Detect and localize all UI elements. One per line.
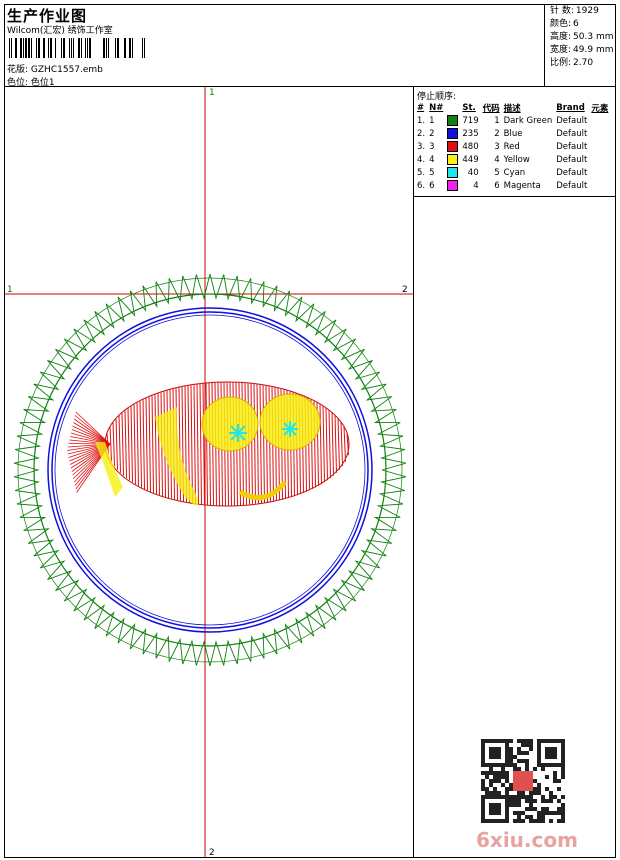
cell-st: 235 xyxy=(462,128,479,139)
cell-desc: Yellow xyxy=(503,154,530,165)
axis-label-bottom: 2 xyxy=(209,848,215,857)
cell-st: 719 xyxy=(462,115,479,126)
stats-divider xyxy=(544,4,545,86)
cell-swatch xyxy=(445,153,460,166)
color-swatch xyxy=(447,115,459,126)
table-row: 2. 2 235 2 Blue Default xyxy=(415,127,610,140)
design-stats: 针 数: 1929 颜色: 6 高度: 50.3 mm 宽度: 49.9 mm 比例: 2… xyxy=(548,5,613,70)
col-stitches: St. xyxy=(462,102,476,113)
cell-elem xyxy=(589,179,610,192)
cell-n: 5 xyxy=(429,167,435,178)
stat-scale: 比例: 2.70 xyxy=(550,58,594,68)
cell-swatch xyxy=(445,166,460,179)
cell-st: 480 xyxy=(462,141,479,152)
watermark: 6xiu.com xyxy=(476,828,578,852)
color-swatch xyxy=(447,167,459,178)
stat-colors: 颜色: 6 xyxy=(550,19,579,29)
stat-height: 高度: 50.3 mm xyxy=(550,32,614,42)
studio-subtitle: Wilcom(汇宏) 绣饰工作室 xyxy=(7,26,113,36)
cell-elem xyxy=(589,140,610,153)
cell-idx: 4. xyxy=(417,154,426,165)
axis-label-left: 1 xyxy=(7,285,13,295)
cell-brand: Default xyxy=(556,167,588,178)
cell-desc: Magenta xyxy=(503,180,541,191)
cell-st: 449 xyxy=(462,154,479,165)
cell-n: 2 xyxy=(429,128,435,139)
cell-swatch xyxy=(445,114,460,127)
table-header-row: # N# St. 代码 描述 Brand 元素 xyxy=(415,101,610,114)
col-index: # xyxy=(417,102,425,113)
cell-elem xyxy=(589,114,610,127)
table-row: 1. 1 719 1 Dark Green Default xyxy=(415,114,610,127)
file-name: GZHC1557.emb xyxy=(30,65,103,75)
col-code: 代码 xyxy=(482,103,500,114)
design-canvas: 1 2 1 2 xyxy=(5,87,413,857)
col-description: 描述 xyxy=(503,103,521,114)
color-swatch xyxy=(447,180,459,191)
cell-idx: 6. xyxy=(417,180,426,191)
cell-idx: 1. xyxy=(417,115,426,126)
cell-brand: Default xyxy=(556,141,588,152)
cell-code: 1 xyxy=(494,115,500,126)
cell-elem xyxy=(589,166,610,179)
cell-n: 4 xyxy=(429,154,435,165)
cell-desc: Blue xyxy=(503,128,523,139)
file-line: 花版: GZHC1557.emb xyxy=(7,62,103,75)
cell-st: 40 xyxy=(467,167,479,178)
cell-idx: 5. xyxy=(417,167,426,178)
axis-label-right: 2 xyxy=(402,285,408,295)
color-swatch xyxy=(447,154,459,165)
cell-code: 5 xyxy=(494,167,500,178)
cell-code: 2 xyxy=(494,128,500,139)
cell-brand: Default xyxy=(556,115,588,126)
cell-desc: Dark Green xyxy=(503,115,553,126)
color-swatch xyxy=(447,128,459,139)
cell-code: 6 xyxy=(494,180,500,191)
cell-swatch xyxy=(445,179,460,192)
table-row: 3. 3 480 3 Red Default xyxy=(415,140,610,153)
cell-n: 6 xyxy=(429,180,435,191)
table-row: 4. 4 449 4 Yellow Default xyxy=(415,153,610,166)
cell-desc: Cyan xyxy=(503,167,526,178)
cell-st: 4 xyxy=(473,180,479,191)
cell-code: 3 xyxy=(494,141,500,152)
file-label: 花版: xyxy=(7,65,29,75)
col-needle: N# xyxy=(429,102,444,113)
table-row: 5. 5 40 5 Cyan Default xyxy=(415,166,610,179)
cell-idx: 2. xyxy=(417,128,426,139)
stat-stitches: 针 数: 1929 xyxy=(550,6,599,16)
axis-label-top: 1 xyxy=(209,88,215,98)
legend-column-divider xyxy=(413,197,414,858)
cell-code: 4 xyxy=(494,154,500,165)
stop-sequence-table: # N# St. 代码 描述 Brand 元素 1. 1 719 1 Dark Gree… xyxy=(415,101,610,192)
cell-desc: Red xyxy=(503,141,520,152)
cell-n: 1 xyxy=(429,115,435,126)
cell-swatch xyxy=(445,140,460,153)
cell-n: 3 xyxy=(429,141,435,152)
qr-code xyxy=(481,739,565,823)
cell-elem xyxy=(589,153,610,166)
color-swatch xyxy=(447,141,459,152)
cell-brand: Default xyxy=(556,128,588,139)
cell-brand: Default xyxy=(556,180,588,191)
stat-width: 宽度: 49.9 mm xyxy=(550,45,614,55)
barcode xyxy=(9,38,145,58)
cell-idx: 3. xyxy=(417,141,426,152)
stop-sequence-panel: 停止顺序: # N# St. 代码 描述 Brand 元素 1. 1 719 1 Dar… xyxy=(413,87,616,197)
cell-brand: Default xyxy=(556,154,588,165)
col-element: 元素 xyxy=(591,103,609,114)
col-brand: Brand xyxy=(556,102,585,113)
table-row: 6. 6 4 6 Magenta Default xyxy=(415,179,610,192)
cell-elem xyxy=(589,127,610,140)
cell-swatch xyxy=(445,127,460,140)
